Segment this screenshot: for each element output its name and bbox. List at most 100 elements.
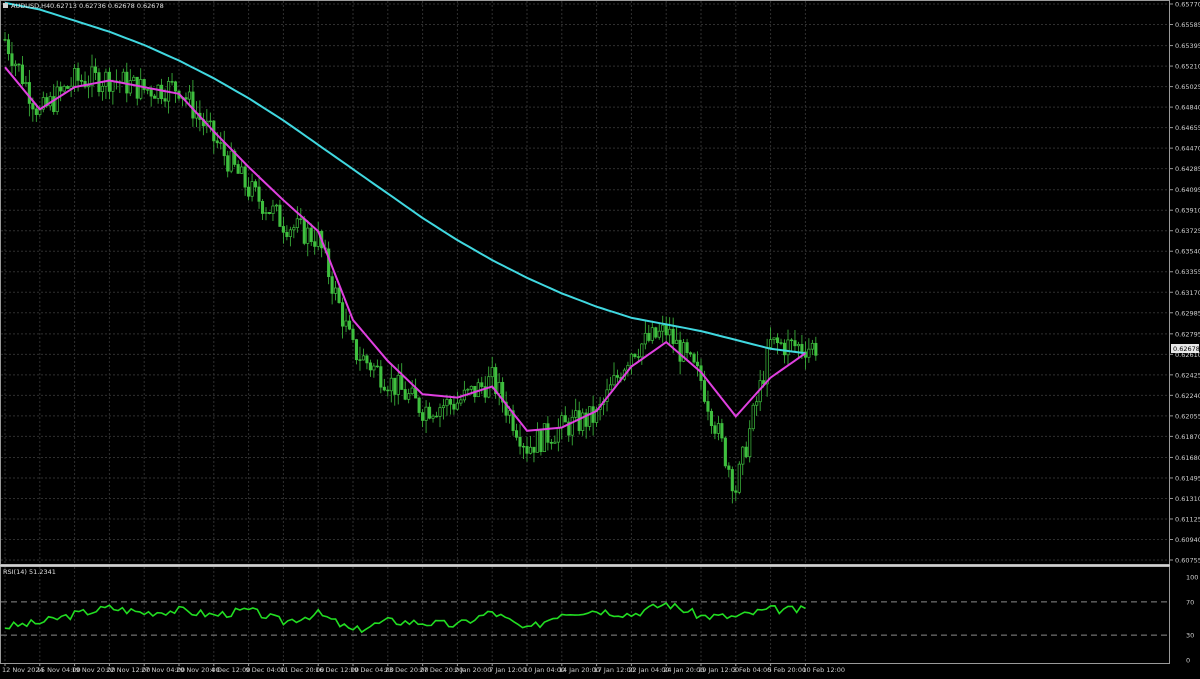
candle-body: [793, 340, 797, 347]
candle-body: [706, 401, 710, 412]
candle-body: [146, 89, 150, 91]
candle-body: [421, 412, 425, 421]
candle-body: [271, 205, 275, 214]
candle-body: [591, 406, 595, 423]
candle-body: [135, 76, 139, 99]
candle-body: [723, 437, 727, 467]
candle-body: [734, 490, 738, 493]
candle-body: [459, 399, 463, 404]
candle-body: [306, 227, 310, 244]
price-tick-label: 0.63910: [1175, 207, 1200, 215]
candle-body: [6, 39, 11, 55]
ohlc-readout: 0.62713 0.62736 0.62678 0.62678: [50, 2, 164, 10]
candle-body: [250, 181, 254, 197]
candle-body: [695, 361, 700, 367]
candle-body: [546, 423, 550, 443]
candle-body: [772, 337, 776, 341]
candle-body: [302, 218, 306, 244]
candle-body: [497, 381, 501, 395]
candle-body: [452, 403, 456, 410]
candle-body: [76, 68, 80, 81]
candle-body: [431, 415, 435, 419]
price-tick-label: 0.61310: [1175, 495, 1200, 503]
candle-body: [34, 108, 38, 115]
candle-body: [563, 415, 567, 423]
candle-body: [765, 346, 769, 385]
trading-chart-window[interactable]: 0.65770 0.65585 0.65395 0.65210 0.65025 0.648…: [0, 0, 1200, 675]
candle-body: [581, 412, 585, 431]
candle-body: [702, 380, 707, 402]
candle-body: [556, 427, 560, 443]
candle-body: [748, 428, 752, 458]
candle-body: [664, 324, 668, 336]
candle-body: [769, 339, 773, 348]
price-tick-label: 0.61680: [1175, 454, 1200, 462]
chart-header: AUDUSD,H4 0.62713 0.62736 0.62678 0.6267…: [3, 2, 164, 10]
candle-body: [389, 377, 393, 392]
candle-body: [730, 469, 734, 492]
price-tick-label: 0.64095: [1175, 186, 1200, 194]
candle-body: [104, 71, 108, 87]
candle-body: [445, 399, 449, 407]
candle-body: [518, 436, 522, 447]
time-tick-label: 5 Feb 20:00: [768, 666, 807, 674]
candle-body: [278, 204, 282, 227]
candle-body: [741, 446, 745, 465]
candle-body: [344, 320, 348, 327]
candle-body: [386, 389, 390, 392]
time-tick-label: 2 Jan 20:00: [454, 666, 491, 674]
price-tick-label: 0.62055: [1175, 412, 1200, 420]
candle-body: [737, 463, 741, 493]
candle-body: [86, 85, 91, 88]
candle-body: [796, 344, 800, 347]
price-tick-label: 0.65395: [1175, 42, 1200, 50]
chart-canvas[interactable]: 0.65770 0.65585 0.65395 0.65210 0.65025 0.648…: [0, 0, 1200, 675]
candle-body: [574, 410, 578, 418]
price-tick-label: 0.64655: [1175, 124, 1200, 132]
candle-body: [285, 231, 289, 237]
candle-body: [219, 142, 223, 144]
candle-body: [80, 80, 84, 82]
candle-body: [403, 389, 407, 400]
candle-body: [267, 212, 272, 214]
candle-body: [13, 63, 17, 66]
candle-body: [608, 384, 613, 391]
candle-body: [515, 430, 519, 438]
candle-body: [521, 445, 526, 448]
candle-body: [31, 103, 35, 110]
candle-body: [469, 385, 473, 390]
candle-body: [441, 405, 446, 409]
candle-body: [539, 430, 543, 452]
price-tick-label: 0.62425: [1175, 371, 1200, 379]
candle-body: [647, 332, 651, 341]
price-tick-label: 0.64840: [1175, 104, 1200, 112]
price-tick-label: 0.65025: [1175, 83, 1200, 91]
chart-background: [0, 0, 1200, 675]
candle-body: [288, 229, 292, 237]
candle-body: [612, 375, 616, 386]
candle-body: [215, 140, 219, 144]
candle-body: [657, 330, 661, 338]
candle-body: [187, 91, 191, 100]
candle-body: [153, 95, 157, 99]
candle-body: [528, 446, 533, 454]
candle-body: [685, 342, 689, 354]
candle-body: [254, 181, 258, 188]
candle-body: [73, 68, 77, 87]
candle-body: [222, 142, 226, 157]
candle-body: [173, 81, 178, 92]
candle-body: [633, 353, 637, 357]
candle-body: [361, 355, 365, 361]
candle-body: [229, 150, 233, 172]
candle-body: [149, 89, 153, 97]
price-tick-label: 0.63170: [1175, 289, 1200, 297]
candle-body: [160, 84, 164, 100]
candle-body: [434, 415, 439, 418]
last-price-label: 0.62678: [1173, 345, 1200, 353]
candle-body: [654, 327, 658, 338]
candle-body: [744, 446, 748, 458]
candle-body: [334, 287, 338, 294]
rsi-tick-label: 100: [1186, 574, 1198, 582]
candle-body: [640, 343, 644, 358]
price-tick-label: 0.62240: [1175, 392, 1200, 400]
